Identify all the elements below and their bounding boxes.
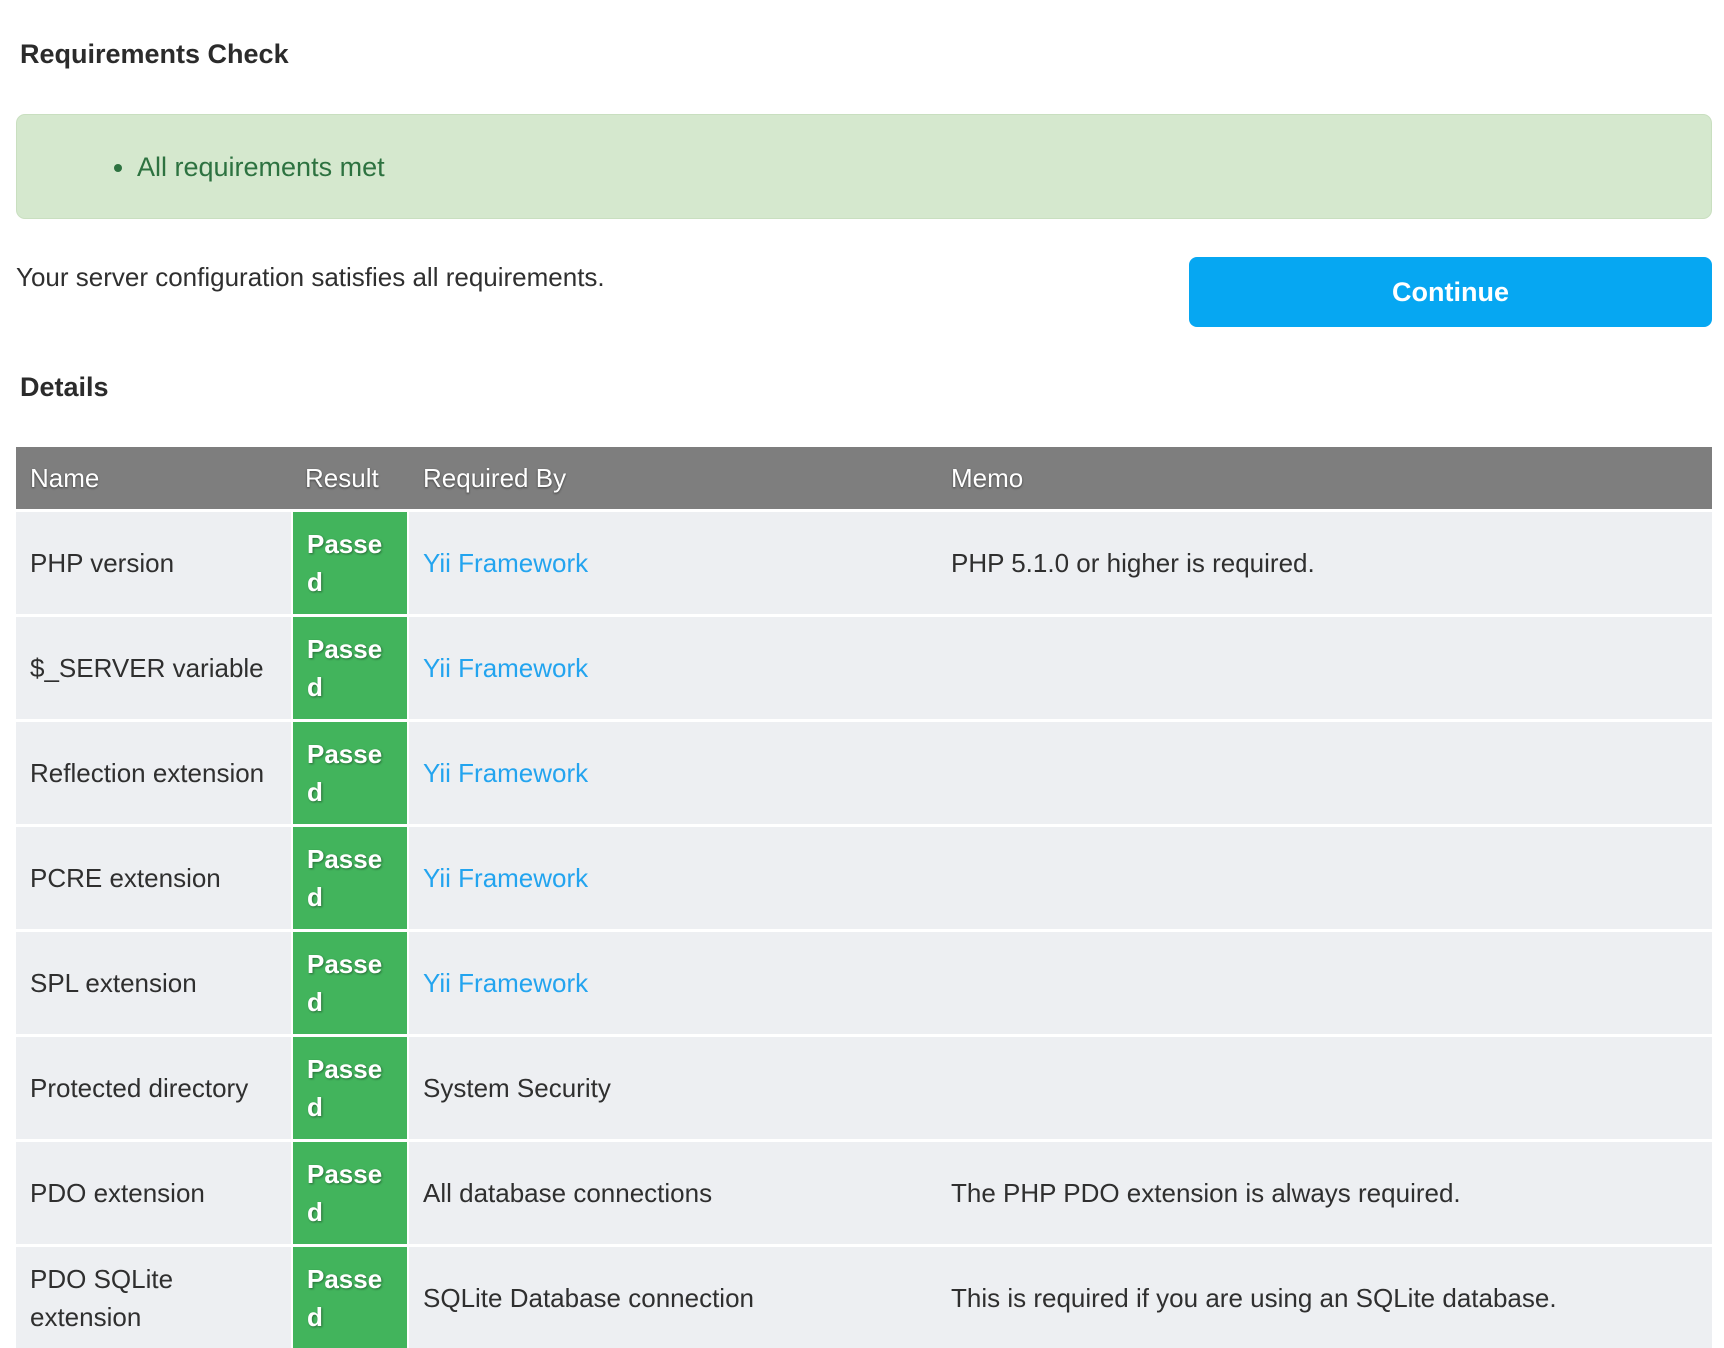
requirement-name-cell: PHP version (16, 509, 291, 614)
continue-button[interactable]: Continue (1189, 257, 1712, 327)
table-row: PDO SQLite extensionPassedSQLite Databas… (16, 1244, 1712, 1348)
table-row: PHP versionPassed Yii Framework PHP 5.1.0 … (16, 509, 1712, 614)
memo-cell (937, 929, 1712, 1034)
required-by-cell: Yii Framework (409, 719, 937, 824)
column-header-required-by: Required By (409, 447, 937, 509)
required-by-link[interactable]: Yii Framework (423, 758, 588, 788)
memo-cell (937, 1034, 1712, 1139)
requirements-table-header: Name Result Required By Memo (16, 447, 1712, 509)
memo-cell (937, 719, 1712, 824)
requirement-name-cell: PCRE extension (16, 824, 291, 929)
required-by-link[interactable]: Yii Framework (423, 653, 588, 683)
details-heading: Details (20, 371, 1704, 403)
action-row: Your server configuration satisfies all … (16, 257, 1712, 367)
memo-cell (937, 824, 1712, 929)
table-row: Reflection extensionPassed Yii Framework (16, 719, 1712, 824)
column-header-memo: Memo (937, 447, 1712, 509)
result-status-cell: Passed (291, 614, 409, 719)
required-by-cell: Yii Framework (409, 614, 937, 719)
table-row: PDO extensionPassedAll database connecti… (16, 1139, 1712, 1244)
column-header-result: Result (291, 447, 409, 509)
table-row: $_SERVER variablePassed Yii Framework (16, 614, 1712, 719)
requirements-check-page: Requirements Check All requirements met … (0, 0, 1724, 1348)
column-header-name: Name (16, 447, 291, 509)
requirements-table-body: PHP versionPassedYii FrameworkPHP 5.1.0 … (16, 509, 1712, 1348)
requirement-name-cell: $_SERVER variable (16, 614, 291, 719)
required-by-link[interactable]: Yii Framework (423, 863, 588, 893)
memo-cell: PHP 5.1.0 or higher is required. (937, 509, 1712, 614)
result-status-cell: Passed (291, 509, 409, 614)
result-status-cell: Passed (291, 1034, 409, 1139)
result-status-cell: Passed (291, 1244, 409, 1348)
required-by-cell: Yii Framework (409, 824, 937, 929)
memo-cell: The PHP PDO extension is always required… (937, 1139, 1712, 1244)
table-row: PCRE extensionPassed Yii Framework (16, 824, 1712, 929)
success-alert-item: All requirements met (137, 151, 385, 183)
required-by-link[interactable]: Yii Framework (423, 548, 588, 578)
memo-cell (937, 614, 1712, 719)
requirements-table: Name Result Required By Memo PHP version… (16, 447, 1712, 1348)
required-by-cell: All database connections (409, 1139, 937, 1244)
requirement-name-cell: Reflection extension (16, 719, 291, 824)
required-by-cell: SQLite Database connection (409, 1244, 937, 1348)
requirement-name-cell: PDO extension (16, 1139, 291, 1244)
requirement-name-cell: Protected directory (16, 1034, 291, 1139)
table-row: Protected directoryPassedSystem Security (16, 1034, 1712, 1139)
table-row: SPL extensionPassed Yii Framework (16, 929, 1712, 1034)
page-title: Requirements Check (0, 0, 1724, 70)
result-status-cell: Passed (291, 1139, 409, 1244)
success-alert-list: All requirements met (17, 151, 385, 183)
result-status-cell: Passed (291, 719, 409, 824)
required-by-cell: System Security (409, 1034, 937, 1139)
required-by-link[interactable]: Yii Framework (423, 968, 588, 998)
required-by-cell: Yii Framework (409, 509, 937, 614)
result-status-cell: Passed (291, 929, 409, 1034)
memo-cell: This is required if you are using an SQL… (937, 1244, 1712, 1348)
required-by-cell: Yii Framework (409, 929, 937, 1034)
requirement-name-cell: SPL extension (16, 929, 291, 1034)
success-alert: All requirements met (16, 114, 1712, 219)
requirement-name-cell: PDO SQLite extension (16, 1244, 291, 1348)
result-status-cell: Passed (291, 824, 409, 929)
